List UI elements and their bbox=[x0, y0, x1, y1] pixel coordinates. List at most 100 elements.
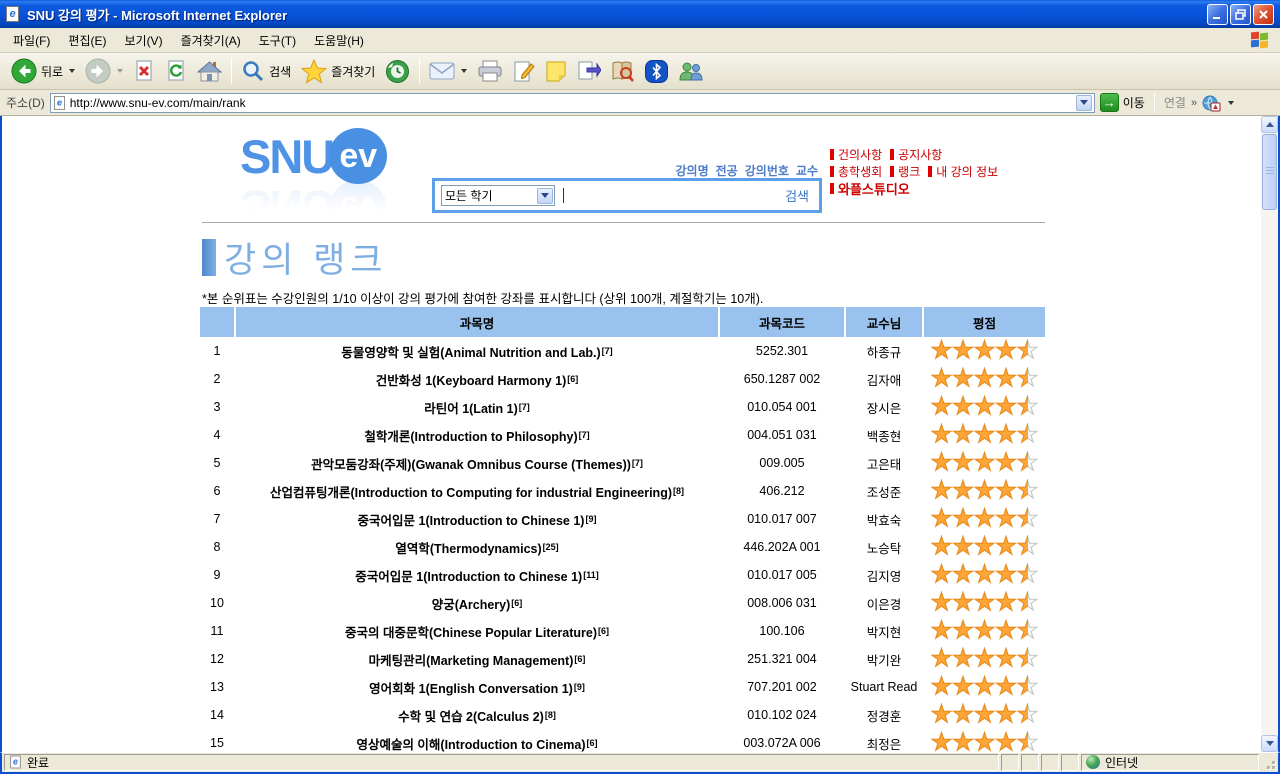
course-name-link[interactable]: 산업컴퓨팅개론(Introduction to Computing for in… bbox=[270, 482, 672, 501]
mail-dropdown-icon[interactable] bbox=[461, 69, 467, 73]
history-button[interactable] bbox=[380, 57, 415, 86]
course-code-cell: 010.102 024 bbox=[720, 708, 844, 722]
research-button[interactable] bbox=[606, 58, 640, 85]
course-name-link[interactable]: 중국의 대중문학(Chinese Popular Literature) bbox=[345, 622, 597, 641]
stop-button[interactable] bbox=[128, 57, 160, 85]
course-name-cell[interactable]: 수학 및 연습 2(Calculus 2)[8] bbox=[236, 706, 718, 725]
address-input[interactable]: e http://www.snu-ev.com/main/rank bbox=[50, 93, 1095, 113]
course-name-link[interactable]: 중국어입문 1(Introduction to Chinese 1) bbox=[358, 510, 585, 529]
course-name-link[interactable]: 영어회화 1(English Conversation 1) bbox=[369, 678, 573, 697]
menu-item[interactable]: 도움말(H) bbox=[305, 29, 373, 52]
status-panel bbox=[1041, 754, 1059, 771]
menu-item[interactable]: 도구(T) bbox=[250, 29, 305, 52]
search-category-link[interactable]: 강의번호 bbox=[745, 164, 789, 178]
course-name-cell[interactable]: 영어회화 1(English Conversation 1)[9] bbox=[236, 678, 718, 697]
search-category-link[interactable]: 교수 bbox=[796, 164, 818, 178]
course-name-cell[interactable]: 라틴어 1(Latin 1)[7] bbox=[236, 398, 718, 417]
semester-select[interactable]: 모든 학기 bbox=[441, 185, 555, 206]
site-logo[interactable]: SNU ev bbox=[240, 128, 387, 184]
course-name-link[interactable]: 양궁(Archery) bbox=[432, 594, 511, 613]
mail-button[interactable] bbox=[424, 59, 472, 83]
course-name-link[interactable]: 영상예술의 이해(Introduction to Cinema) bbox=[356, 734, 585, 753]
course-name-cell[interactable]: 영상예술의 이해(Introduction to Cinema)[6] bbox=[236, 734, 718, 753]
search-button[interactable]: 검색 bbox=[236, 57, 296, 85]
course-name-link[interactable]: 라틴어 1(Latin 1) bbox=[424, 398, 518, 417]
nav-link[interactable]: 공지사항 bbox=[890, 146, 942, 163]
course-name-link[interactable]: 관악모둠강좌(주제)(Gwanak Omnibus Course (Themes… bbox=[311, 454, 631, 473]
rating-cell: ★★★★★★★★★★ bbox=[924, 535, 1045, 559]
restore-button[interactable] bbox=[1230, 4, 1251, 25]
scrollbar-thumb[interactable] bbox=[1262, 134, 1277, 210]
resize-grip[interactable] bbox=[1261, 755, 1276, 770]
notes-button[interactable] bbox=[540, 58, 572, 84]
course-name-cell[interactable]: 건반화성 1(Keyboard Harmony 1)[6] bbox=[236, 370, 718, 389]
title-bar[interactable]: e SNU 강의 평가 - Microsoft Internet Explore… bbox=[0, 0, 1280, 28]
menu-item[interactable]: 파일(F) bbox=[4, 29, 59, 52]
star-fill-icon: ★★★★★ bbox=[931, 367, 1028, 391]
column-header: 과목명 bbox=[236, 307, 718, 337]
course-name-cell[interactable]: 산업컴퓨팅개론(Introduction to Computing for in… bbox=[236, 482, 718, 501]
course-name-cell[interactable]: 열역학(Thermodynamics)[25] bbox=[236, 538, 718, 557]
nav-link[interactable]: 랭크 bbox=[890, 163, 920, 180]
close-button[interactable] bbox=[1253, 4, 1274, 25]
vertical-scrollbar[interactable] bbox=[1261, 116, 1278, 752]
menu-item[interactable]: 보기(V) bbox=[115, 29, 171, 52]
course-name-link[interactable]: 철학개론(Introduction to Philosophy) bbox=[364, 426, 577, 445]
course-name-cell[interactable]: 양궁(Archery)[6] bbox=[236, 594, 718, 613]
go-button[interactable]: → 이동 bbox=[1100, 93, 1145, 112]
search-submit-button[interactable]: 검색 bbox=[785, 186, 813, 205]
course-name-cell[interactable]: 철학개론(Introduction to Philosophy)[7] bbox=[236, 426, 718, 445]
course-name-link[interactable]: 마케팅관리(Marketing Management) bbox=[369, 650, 574, 669]
professor-cell: 백종현 bbox=[846, 426, 922, 445]
course-name-link[interactable]: 수학 및 연습 2(Calculus 2) bbox=[398, 706, 544, 725]
back-button[interactable]: 뒤로 bbox=[6, 56, 80, 86]
rating-stars: ★★★★★★★★★★ bbox=[931, 563, 1039, 587]
course-name-cell[interactable]: 중국어입문 1(Introduction to Chinese 1)[9] bbox=[236, 510, 718, 529]
search-category-link[interactable]: 강의명 bbox=[676, 164, 709, 178]
table-row: 11중국의 대중문학(Chinese Popular Literature)[6… bbox=[200, 617, 1045, 645]
evaluation-count: [6] bbox=[567, 374, 578, 384]
back-dropdown-icon[interactable] bbox=[69, 69, 75, 73]
nav-link[interactable]: 총학생회 bbox=[830, 163, 882, 180]
course-name-link[interactable]: 동물영양학 및 실험(Animal Nutrition and Lab.) bbox=[341, 342, 600, 361]
messenger-button[interactable] bbox=[572, 58, 606, 85]
course-name-cell[interactable]: 마케팅관리(Marketing Management)[6] bbox=[236, 650, 718, 669]
course-name-link[interactable]: 중국어입문 1(Introduction to Chinese 1) bbox=[355, 566, 582, 585]
nav-link[interactable]: 와플스튜디오 bbox=[830, 179, 910, 198]
bluetooth-button[interactable] bbox=[640, 58, 673, 85]
scroll-up-button[interactable] bbox=[1261, 116, 1278, 133]
course-name-link[interactable]: 건반화성 1(Keyboard Harmony 1) bbox=[376, 370, 566, 389]
evaluation-count: [25] bbox=[543, 542, 559, 552]
address-url[interactable]: http://www.snu-ev.com/main/rank bbox=[70, 96, 1072, 110]
nav-link-label: 내 강의 정보 bbox=[936, 163, 998, 180]
links-label[interactable]: 연결 bbox=[1164, 94, 1186, 111]
edit-button[interactable] bbox=[508, 58, 540, 85]
menu-item[interactable]: 즐겨찾기(A) bbox=[172, 29, 250, 52]
menu-item[interactable]: 편집(E) bbox=[59, 29, 115, 52]
professor-cell: Stuart Read bbox=[846, 680, 922, 694]
msn-people-button[interactable] bbox=[673, 58, 709, 85]
favorites-button[interactable]: 즐겨찾기 bbox=[296, 57, 380, 86]
addon-dropdown-icon[interactable] bbox=[1228, 101, 1234, 105]
status-panel bbox=[1021, 754, 1039, 771]
rating-cell: ★★★★★★★★★★ bbox=[924, 647, 1045, 671]
course-name-link[interactable]: 열역학(Thermodynamics) bbox=[395, 538, 541, 557]
links-chevron-icon[interactable]: » bbox=[1191, 97, 1196, 109]
home-button[interactable] bbox=[192, 57, 227, 85]
address-dropdown-button[interactable] bbox=[1076, 95, 1092, 111]
nav-link[interactable]: 내 강의 정보 bbox=[928, 163, 998, 180]
rank-cell: 6 bbox=[200, 484, 234, 498]
forward-button[interactable] bbox=[80, 56, 128, 86]
print-button[interactable] bbox=[472, 58, 508, 84]
minimize-button[interactable] bbox=[1207, 4, 1228, 25]
addon-icon[interactable] bbox=[1201, 94, 1221, 112]
course-name-cell[interactable]: 중국어입문 1(Introduction to Chinese 1)[11] bbox=[236, 566, 718, 585]
search-category-link[interactable]: 전공 bbox=[716, 164, 738, 178]
course-name-cell[interactable]: 관악모둠강좌(주제)(Gwanak Omnibus Course (Themes… bbox=[236, 454, 718, 473]
refresh-button[interactable] bbox=[160, 57, 192, 85]
nav-link[interactable]: 건의사항 bbox=[830, 146, 882, 163]
course-name-cell[interactable]: 중국의 대중문학(Chinese Popular Literature)[6] bbox=[236, 622, 718, 641]
course-name-cell[interactable]: 동물영양학 및 실험(Animal Nutrition and Lab.)[7] bbox=[236, 342, 718, 361]
forward-dropdown-icon[interactable] bbox=[117, 69, 123, 73]
scroll-down-button[interactable] bbox=[1261, 735, 1278, 752]
